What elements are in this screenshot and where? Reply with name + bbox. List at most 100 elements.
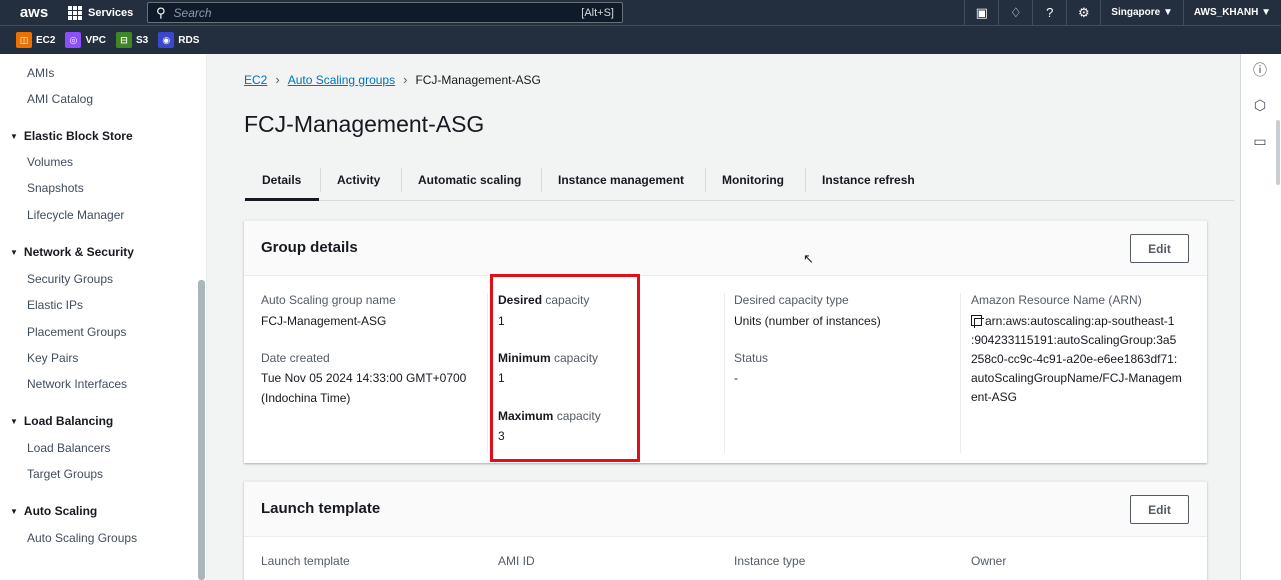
sidebar-navigation: AMIs AMI Catalog ▼ Elastic Block Store Vo…	[0, 54, 207, 580]
section-label: Elastic Block Store	[23, 129, 133, 143]
section-label: Load Balancing	[23, 414, 114, 428]
sidebar-item-snapshots[interactable]: Snapshots	[27, 181, 84, 195]
instance-type-label: Instance type	[734, 554, 806, 568]
tab-bar: Details Activity Automatic scaling Insta…	[244, 159, 1234, 201]
favorite-vpc[interactable]: ◎ VPC	[65, 32, 106, 48]
breadcrumb-ec2-link[interactable]: EC2	[244, 73, 267, 87]
chevron-right-icon: ›	[403, 72, 408, 87]
group-details-title: Group details	[261, 239, 358, 256]
ami-id-label: AMI ID	[498, 554, 535, 568]
feedback-icon[interactable]: ▭	[1251, 132, 1269, 150]
favorite-ec2[interactable]: ◫ EC2	[16, 32, 55, 48]
services-label: Services	[88, 6, 134, 19]
caret-down-icon: ▼	[10, 416, 18, 426]
launch-template-header: Launch template Edit	[244, 482, 1207, 537]
status-label: Status	[734, 351, 769, 365]
sidebar-item-load-balancers[interactable]: Load Balancers	[27, 441, 110, 455]
column-divider	[724, 293, 725, 453]
launch-template-label: Launch template	[261, 554, 350, 568]
favorite-label: S3	[136, 34, 149, 46]
tab-details[interactable]: Details	[262, 159, 301, 201]
sidebar-item-placement-groups[interactable]: Placement Groups	[27, 325, 126, 339]
s3-icon: ⊟	[116, 32, 133, 48]
tab-instance-refresh[interactable]: Instance refresh	[822, 159, 915, 201]
group-details-panel: Group details Edit Auto Scaling group na…	[244, 220, 1207, 463]
account-label: AWS_KHANH ▼	[1193, 7, 1271, 18]
sidebar-section-network-security[interactable]: ▼ Network & Security	[10, 245, 134, 259]
launch-template-title: Launch template	[261, 500, 381, 517]
sidebar-item-lifecycle-manager[interactable]: Lifecycle Manager	[27, 208, 124, 222]
date-created-value: Tue Nov 05 2024 14:33:00 GMT+0700	[261, 371, 467, 385]
region-selector[interactable]: Singapore ▼	[1100, 0, 1183, 25]
settings-gear-icon[interactable]: ⚙	[1066, 0, 1100, 25]
tab-automatic-scaling[interactable]: Automatic scaling	[418, 159, 521, 201]
favorite-label: VPC	[85, 34, 107, 46]
arn-value-line: arn:aws:autoscaling:ap-southeast-1	[971, 314, 1174, 328]
rds-icon: ◉	[158, 32, 175, 48]
search-box[interactable]: ⚲ [Alt+S]	[147, 2, 623, 23]
sidebar-item-security-groups[interactable]: Security Groups	[27, 272, 113, 286]
favorite-label: RDS	[178, 34, 200, 46]
right-utility-rail: ⓘ ⬡ ▭	[1240, 54, 1281, 580]
mouse-cursor-icon: ↖	[803, 251, 814, 266]
launch-template-edit-button[interactable]: Edit	[1130, 495, 1189, 524]
desired-capacity-type-label: Desired capacity type	[734, 293, 849, 307]
chevron-right-icon: ›	[275, 72, 280, 87]
copy-icon[interactable]	[971, 315, 984, 328]
sidebar-item-volumes[interactable]: Volumes	[27, 155, 73, 169]
ec2-icon: ◫	[16, 32, 32, 48]
date-created-label: Date created	[261, 351, 330, 365]
section-label: Auto Scaling	[23, 504, 98, 518]
caret-down-icon: ▼	[10, 131, 18, 141]
column-divider	[487, 293, 488, 453]
sidebar-item-key-pairs[interactable]: Key Pairs	[27, 351, 78, 365]
group-details-edit-button[interactable]: Edit	[1130, 234, 1189, 263]
sidebar-item-ami-catalog[interactable]: AMI Catalog	[27, 92, 93, 106]
sidebar-item-auto-scaling-groups[interactable]: Auto Scaling Groups	[27, 531, 137, 545]
breadcrumb: EC2 › Auto Scaling groups › FCJ-Manageme…	[244, 72, 541, 87]
info-icon[interactable]: ⓘ	[1251, 61, 1269, 79]
active-tab-indicator	[245, 198, 319, 201]
favorite-rds[interactable]: ◉ RDS	[158, 32, 199, 48]
tab-activity[interactable]: Activity	[337, 159, 380, 201]
hexagon-icon[interactable]: ⬡	[1251, 96, 1269, 114]
breadcrumb-auto-scaling-groups-link[interactable]: Auto Scaling groups	[288, 73, 395, 87]
tab-instance-management[interactable]: Instance management	[558, 159, 684, 201]
asg-name-label: Auto Scaling group name	[261, 293, 396, 307]
services-button[interactable]: Services	[68, 5, 134, 20]
cloudshell-icon[interactable]: ▣	[964, 0, 998, 25]
group-details-header: Group details Edit	[244, 221, 1207, 276]
top-right-controls: ▣ ♢ ? ⚙ Singapore ▼ AWS_KHANH ▼	[964, 0, 1281, 25]
sidebar-scrollbar[interactable]	[198, 280, 205, 580]
sidebar-section-load-balancing[interactable]: ▼ Load Balancing	[10, 414, 113, 428]
tab-monitoring[interactable]: Monitoring	[722, 159, 784, 201]
status-value: -	[734, 371, 738, 385]
desired-capacity-type-value: Units (number of instances)	[734, 314, 881, 328]
tab-divider	[705, 168, 706, 192]
search-input[interactable]	[173, 5, 582, 20]
favorite-label: EC2	[36, 34, 56, 46]
owner-label: Owner	[971, 554, 1007, 568]
sidebar-section-auto-scaling[interactable]: ▼ Auto Scaling	[10, 504, 97, 518]
account-menu[interactable]: AWS_KHANH ▼	[1182, 0, 1281, 25]
section-label: Network & Security	[23, 245, 134, 259]
sidebar-section-elastic-block-store[interactable]: ▼ Elastic Block Store	[10, 129, 133, 143]
services-grid-icon	[68, 5, 82, 20]
page-scrollbar[interactable]	[1276, 120, 1280, 185]
notifications-bell-icon[interactable]: ♢	[998, 0, 1032, 25]
sidebar-item-elastic-ips[interactable]: Elastic IPs	[27, 298, 83, 312]
vpc-icon: ◎	[65, 32, 82, 48]
sidebar-item-amis[interactable]: AMIs	[27, 66, 54, 80]
favorite-s3[interactable]: ⊟ S3	[116, 32, 148, 48]
arn-value-line: autoScalingGroupName/FCJ-Managem	[971, 371, 1182, 385]
page-title: FCJ-Management-ASG	[244, 111, 485, 137]
tab-divider	[805, 168, 806, 192]
search-icon: ⚲	[156, 4, 166, 20]
capacity-highlight-box	[490, 274, 640, 462]
top-navigation-bar: aws Services ⚲ [Alt+S] ▣ ♢ ? ⚙ Singapore…	[0, 0, 1281, 25]
sidebar-item-target-groups[interactable]: Target Groups	[27, 467, 103, 481]
sidebar-item-network-interfaces[interactable]: Network Interfaces	[27, 377, 127, 391]
tab-divider	[320, 168, 321, 192]
aws-logo[interactable]: aws	[14, 0, 54, 25]
help-icon[interactable]: ?	[1032, 0, 1066, 25]
